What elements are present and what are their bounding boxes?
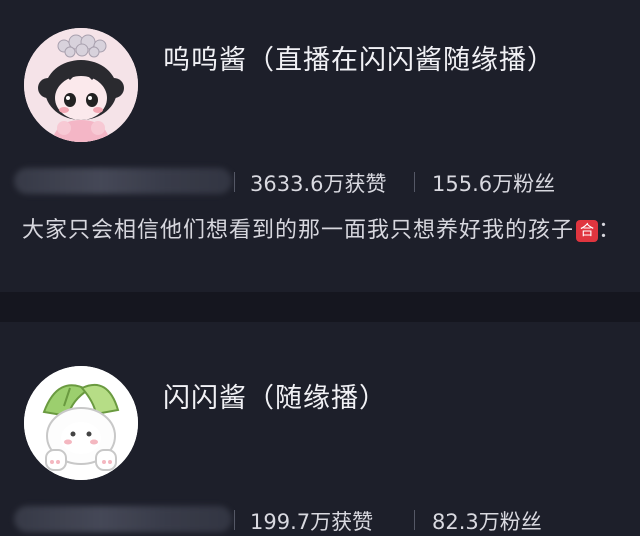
fans-count: 82.3万粉丝	[432, 510, 542, 534]
divider	[234, 172, 235, 192]
bio-body: 大家只会相信他们想看到的那一面我只想养好我的孩子	[22, 218, 575, 243]
blurred-id	[14, 506, 232, 532]
avatar-radish-illustration	[24, 366, 138, 480]
avatar-girl-illustration	[24, 28, 138, 142]
username[interactable]: 呜呜酱（直播在闪闪酱随缘播）	[163, 38, 555, 77]
avatar[interactable]	[24, 366, 138, 480]
bio-text: 大家只会相信他们想看到的那一面我只想养好我的孩子合：	[22, 212, 621, 244]
bio-tag-badge: 合	[576, 220, 599, 242]
divider	[414, 510, 415, 530]
likes-count: 199.7万获赞	[250, 510, 374, 534]
avatar[interactable]	[24, 28, 138, 142]
divider	[234, 510, 235, 530]
section-divider	[0, 292, 640, 322]
divider	[414, 172, 415, 192]
blurred-id	[14, 168, 232, 194]
likes-count: 3633.6万获赞	[250, 172, 387, 196]
fans-count: 155.6万粉丝	[432, 172, 556, 196]
username[interactable]: 闪闪酱（随缘播）	[163, 376, 387, 415]
user-card[interactable]: 呜呜酱（直播在闪闪酱随缘播） 3633.6万获赞 155.6万粉丝 大家只会相信…	[0, 0, 640, 292]
bio-suffix: ：	[598, 218, 622, 243]
